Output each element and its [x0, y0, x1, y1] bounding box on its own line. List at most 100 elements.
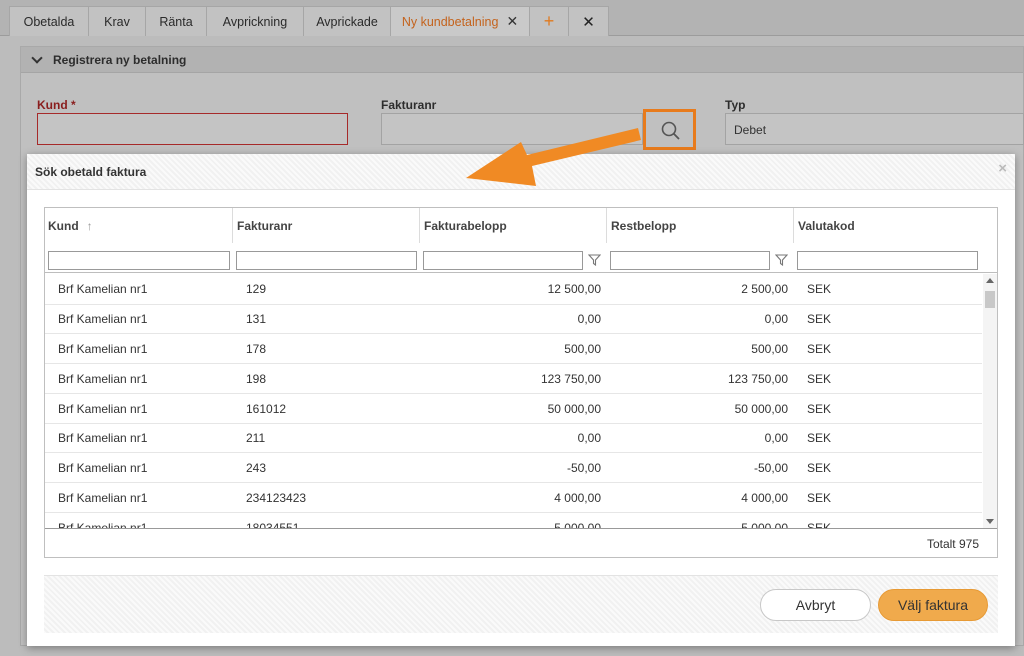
table-cell: 5 000,00	[741, 520, 788, 529]
total-count: Totalt 975	[926, 536, 979, 551]
cancel-button[interactable]: Avbryt	[760, 589, 871, 621]
fakturanr-label: Fakturanr	[381, 98, 437, 112]
table-cell: Brf Kamelian nr1	[58, 282, 148, 296]
grid-body: Brf Kamelian nr1 129 12 500,00 2 500,00 SEK B…	[45, 274, 982, 528]
section-title: Registrera ny betalning	[53, 52, 187, 67]
table-cell: Brf Kamelian nr1	[58, 312, 148, 326]
grid-footer: Totalt 975	[45, 528, 997, 558]
filter-kund-input[interactable]	[48, 251, 230, 270]
typ-select[interactable]: Debet	[725, 113, 1024, 145]
table-cell: 18034551	[246, 520, 300, 529]
vertical-scrollbar[interactable]	[983, 274, 997, 528]
select-invoice-button[interactable]: Välj faktura	[878, 589, 988, 621]
tab-label: Krav	[104, 14, 130, 29]
tab-ny-kundbetalning[interactable]: Ny kundbetalning ✕	[390, 6, 530, 36]
tab-krav[interactable]: Krav	[88, 6, 146, 36]
tab-label: Avprickning	[222, 14, 288, 29]
table-cell: Brf Kamelian nr1	[58, 371, 148, 386]
column-header-fakturanr[interactable]: Fakturanr	[232, 208, 420, 243]
table-row[interactable]: Brf Kamelian nr1 234123423 4 000,00 4 000,0…	[45, 483, 982, 513]
table-row[interactable]: Brf Kamelian nr1 131 0,00 0,00 SEK	[45, 305, 982, 334]
typ-value: Debet	[734, 123, 767, 137]
search-icon	[661, 121, 680, 140]
table-cell: 0,00	[577, 312, 601, 326]
tab-ranta[interactable]: Ränta	[145, 6, 207, 36]
table-cell: 12 500,00	[547, 282, 601, 296]
table-cell: SEK	[807, 312, 832, 326]
table-cell: 123 750,00	[727, 371, 788, 386]
table-cell: 211	[246, 431, 266, 445]
table-cell: 50 000,00	[547, 401, 601, 416]
table-cell: SEK	[807, 341, 832, 356]
table-cell: 5 000,00	[554, 520, 601, 529]
table-cell: 161012	[246, 401, 287, 416]
filter-row	[45, 243, 997, 273]
scroll-down-icon[interactable]	[986, 519, 994, 524]
filter-fakturabelopp-input[interactable]	[423, 251, 583, 270]
table-cell: 234123423	[246, 490, 307, 505]
table-cell: 129	[246, 282, 267, 296]
tab-avprickade[interactable]: Avprickade	[303, 6, 391, 36]
table-cell: Brf Kamelian nr1	[58, 490, 148, 505]
table-cell: 500,00	[564, 341, 601, 356]
scroll-thumb[interactable]	[985, 291, 995, 308]
typ-label: Typ	[725, 98, 746, 112]
table-cell: -50,00	[566, 460, 601, 475]
table-row[interactable]: Brf Kamelian nr1 243 -50,00 -50,00 SEK	[45, 453, 982, 483]
table-cell: 243	[246, 460, 267, 475]
table-cell: -50,00	[753, 460, 788, 475]
dialog-header: Sök obetald faktura ×	[27, 154, 1015, 190]
table-row[interactable]: Brf Kamelian nr1 18034551 5 000,00 5 000,00…	[45, 513, 982, 529]
table-cell: 178	[246, 341, 267, 356]
column-header-valutakod[interactable]: Valutakod	[793, 208, 981, 243]
tab-obetalda[interactable]: Obetalda	[9, 6, 89, 36]
close-icon[interactable]: ×	[998, 160, 1007, 177]
filter-icon[interactable]	[588, 254, 601, 266]
add-tab-button[interactable]: +	[529, 6, 569, 36]
fakturanr-input[interactable]	[381, 113, 643, 145]
table-row[interactable]: Brf Kamelian nr1 178 500,00 500,00 SEK	[45, 334, 982, 364]
table-cell: SEK	[807, 401, 832, 416]
table-row[interactable]: Brf Kamelian nr1 211 0,00 0,00 SEK	[45, 424, 982, 453]
table-cell: 131	[246, 312, 267, 326]
scroll-up-icon[interactable]	[986, 278, 994, 283]
table-cell: 4 000,00	[741, 490, 788, 505]
grid-header: Kund ↑ Fakturanr Fakturabelopp Restbelop…	[45, 208, 997, 243]
filter-icon[interactable]	[775, 254, 788, 266]
table-cell: SEK	[807, 371, 832, 386]
table-row[interactable]: Brf Kamelian nr1 129 12 500,00 2 500,00 SEK	[45, 274, 982, 305]
table-cell: Brf Kamelian nr1	[58, 431, 148, 445]
table-row[interactable]: Brf Kamelian nr1 198 123 750,00 123 750,00 S…	[45, 364, 982, 394]
table-cell: Brf Kamelian nr1	[58, 341, 148, 356]
tab-bar: Obetalda Krav Ränta Avprickning Avpricka…	[0, 0, 1024, 36]
filter-restbelopp-input[interactable]	[610, 251, 770, 270]
close-all-tabs-button[interactable]: ✕	[568, 6, 609, 36]
tab-label: Ny kundbetalning	[401, 14, 499, 29]
table-cell: 0,00	[764, 431, 788, 445]
table-cell: SEK	[807, 460, 832, 475]
table-cell: 4 000,00	[554, 490, 601, 505]
dialog-title: Sök obetald faktura	[35, 164, 147, 179]
table-cell: Brf Kamelian nr1	[58, 401, 148, 416]
close-tab-icon[interactable]: ✕	[506, 13, 518, 30]
table-cell: 500,00	[751, 341, 788, 356]
column-header-kund[interactable]: Kund ↑	[48, 208, 233, 243]
section-header[interactable]: Registrera ny betalning	[21, 47, 1023, 73]
table-cell: SEK	[807, 490, 832, 505]
table-cell: SEK	[807, 520, 832, 529]
plus-icon: +	[543, 11, 555, 31]
column-header-restbelopp[interactable]: Restbelopp	[606, 208, 794, 243]
filter-valutakod-input[interactable]	[797, 251, 978, 270]
table-cell: SEK	[807, 282, 832, 296]
table-cell: 0,00	[764, 312, 788, 326]
kund-input[interactable]	[37, 113, 348, 145]
table-cell: Brf Kamelian nr1	[58, 460, 148, 475]
column-header-fakturabelopp[interactable]: Fakturabelopp	[419, 208, 607, 243]
dialog-footer: Avbryt Välj faktura	[44, 575, 998, 633]
filter-fakturanr-input[interactable]	[236, 251, 417, 270]
tab-label: Ränta	[159, 14, 193, 29]
tab-avprickning[interactable]: Avprickning	[206, 6, 304, 36]
tab-label: Obetalda	[23, 14, 75, 29]
search-invoice-button[interactable]	[643, 109, 696, 150]
table-row[interactable]: Brf Kamelian nr1 161012 50 000,00 50 000,00…	[45, 394, 982, 424]
